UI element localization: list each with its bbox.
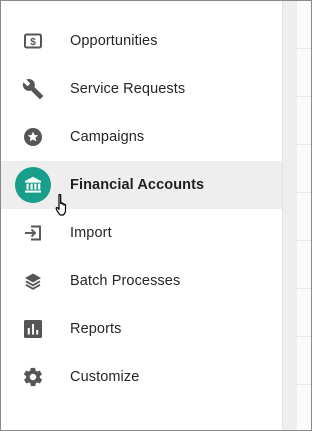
hand-pointer-cursor-icon xyxy=(55,193,67,216)
menu-item-import[interactable]: Import xyxy=(1,209,282,257)
navigation-menu: $ Opportunities Service Requests Campaig… xyxy=(1,1,282,430)
gear-icon xyxy=(15,359,51,395)
menu-item-batch-processes[interactable]: Batch Processes xyxy=(1,257,282,305)
bar-chart-icon xyxy=(15,311,51,347)
layers-icon xyxy=(15,263,51,299)
grid-line xyxy=(297,192,311,193)
menu-item-campaigns[interactable]: Campaigns xyxy=(1,113,282,161)
menu-item-label: Customize xyxy=(70,369,140,385)
grid-line xyxy=(297,336,311,337)
app-window: $ Opportunities Service Requests Campaig… xyxy=(0,0,312,431)
star-circle-icon xyxy=(15,119,51,155)
grid-line xyxy=(297,144,311,145)
dollar-sign-icon: $ xyxy=(15,23,51,59)
vertical-scrollbar[interactable] xyxy=(283,1,297,430)
bank-icon xyxy=(15,167,51,203)
grid-line xyxy=(297,96,311,97)
menu-item-reports[interactable]: Reports xyxy=(1,305,282,353)
import-icon xyxy=(15,215,51,251)
menu-item-financial-accounts[interactable]: Financial Accounts xyxy=(1,161,282,209)
grid-line xyxy=(297,288,311,289)
wrench-icon xyxy=(15,71,51,107)
menu-item-label: Financial Accounts xyxy=(70,177,205,193)
menu-item-service-requests[interactable]: Service Requests xyxy=(1,65,282,113)
menu-item-opportunities[interactable]: $ Opportunities xyxy=(1,17,282,65)
menu-item-label: Opportunities xyxy=(70,33,158,49)
menu-item-label: Campaigns xyxy=(70,129,145,145)
grid-line xyxy=(297,384,311,385)
svg-text:$: $ xyxy=(30,37,36,48)
grid-line xyxy=(297,48,311,49)
grid-line xyxy=(297,240,311,241)
menu-item-customize[interactable]: Customize xyxy=(1,353,282,401)
menu-item-label: Batch Processes xyxy=(70,273,181,289)
background-grid xyxy=(297,1,311,430)
menu-item-label: Import xyxy=(70,225,112,241)
menu-item-label: Service Requests xyxy=(70,81,186,97)
menu-item-label: Reports xyxy=(70,321,122,337)
